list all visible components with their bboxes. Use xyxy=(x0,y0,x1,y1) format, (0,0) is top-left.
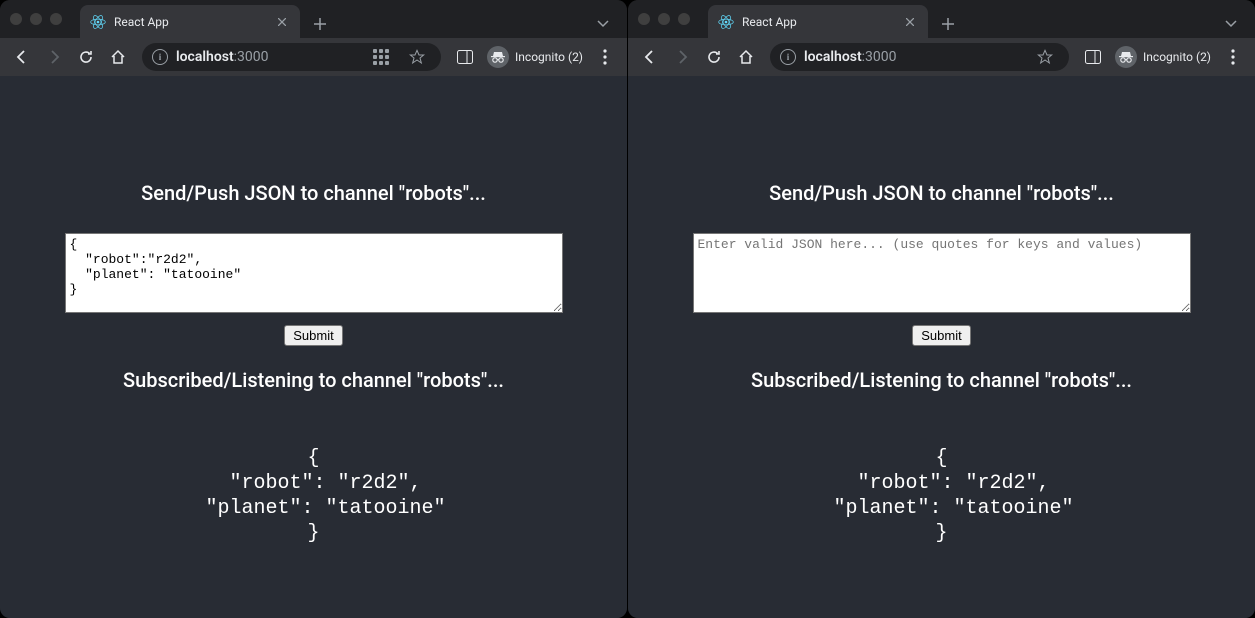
listen-output: { "robot": "r2d2", "planet": "tatooine" … xyxy=(0,446,627,546)
new-tab-button[interactable] xyxy=(306,10,334,38)
browser-menu-button[interactable] xyxy=(1219,43,1247,71)
close-tab-icon[interactable] xyxy=(274,14,290,30)
page-content: Send/Push JSON to channel "robots"... Su… xyxy=(628,76,1255,618)
tab-title: React App xyxy=(114,15,274,29)
bookmark-star-icon[interactable] xyxy=(1031,43,1059,71)
traffic-light-zoom[interactable] xyxy=(50,13,62,25)
traffic-light-close[interactable] xyxy=(10,13,22,25)
side-panel-icon[interactable] xyxy=(451,43,479,71)
home-button[interactable] xyxy=(104,43,132,71)
incognito-icon xyxy=(487,46,509,68)
incognito-icon xyxy=(1115,46,1137,68)
reload-button[interactable] xyxy=(700,43,728,71)
share-qr-icon[interactable] xyxy=(367,43,395,71)
listen-header: Subscribed/Listening to channel "robots"… xyxy=(0,368,627,392)
browser-toolbar: i localhost:3000 xyxy=(0,38,627,76)
bookmark-star-icon[interactable] xyxy=(403,43,431,71)
submit-button[interactable]: Submit xyxy=(912,325,970,346)
browser-tab[interactable]: React App xyxy=(80,5,300,38)
send-header: Send/Push JSON to channel "robots"... xyxy=(0,181,627,205)
incognito-label: Incognito (2) xyxy=(515,50,583,64)
new-tab-button[interactable] xyxy=(934,10,962,38)
traffic-light-minimize[interactable] xyxy=(658,13,670,25)
react-icon xyxy=(90,14,106,30)
traffic-lights xyxy=(638,13,708,25)
traffic-light-close[interactable] xyxy=(638,13,650,25)
tab-title: React App xyxy=(742,15,902,29)
incognito-label: Incognito (2) xyxy=(1143,50,1211,64)
reload-button[interactable] xyxy=(72,43,100,71)
url-text: localhost:3000 xyxy=(176,49,359,65)
traffic-light-zoom[interactable] xyxy=(678,13,690,25)
window-titlebar: React App xyxy=(628,0,1255,38)
listen-header: Subscribed/Listening to channel "robots"… xyxy=(628,368,1255,392)
forward-button[interactable] xyxy=(668,43,696,71)
browser-window: React App i xyxy=(628,0,1255,618)
browser-menu-button[interactable] xyxy=(591,43,619,71)
tab-strip: React App xyxy=(80,0,617,38)
home-button[interactable] xyxy=(732,43,760,71)
browser-tab[interactable]: React App xyxy=(708,5,928,38)
json-input[interactable] xyxy=(65,233,563,313)
incognito-badge[interactable]: Incognito (2) xyxy=(1111,46,1215,68)
back-button[interactable] xyxy=(8,43,36,71)
json-input[interactable] xyxy=(693,233,1191,313)
back-button[interactable] xyxy=(636,43,664,71)
close-tab-icon[interactable] xyxy=(902,14,918,30)
traffic-lights xyxy=(10,13,80,25)
url-text: localhost:3000 xyxy=(804,49,1023,65)
listen-output: { "robot": "r2d2", "planet": "tatooine" … xyxy=(628,446,1255,546)
forward-button[interactable] xyxy=(40,43,68,71)
site-info-icon[interactable]: i xyxy=(152,49,168,65)
site-info-icon[interactable]: i xyxy=(780,49,796,65)
browser-toolbar: i localhost:3000 xyxy=(628,38,1255,76)
submit-button[interactable]: Submit xyxy=(284,325,342,346)
traffic-light-minimize[interactable] xyxy=(30,13,42,25)
tabs-menu-button[interactable] xyxy=(1217,10,1245,38)
tabs-menu-button[interactable] xyxy=(589,10,617,38)
react-icon xyxy=(718,14,734,30)
page-content: Send/Push JSON to channel "robots"... Su… xyxy=(0,76,627,618)
send-header: Send/Push JSON to channel "robots"... xyxy=(628,181,1255,205)
address-bar[interactable]: i localhost:3000 xyxy=(142,43,441,71)
browser-window: React App i xyxy=(0,0,627,618)
side-panel-icon[interactable] xyxy=(1079,43,1107,71)
address-bar[interactable]: i localhost:3000 xyxy=(770,43,1069,71)
tab-strip: React App xyxy=(708,0,1245,38)
incognito-badge[interactable]: Incognito (2) xyxy=(483,46,587,68)
window-titlebar: React App xyxy=(0,0,627,38)
